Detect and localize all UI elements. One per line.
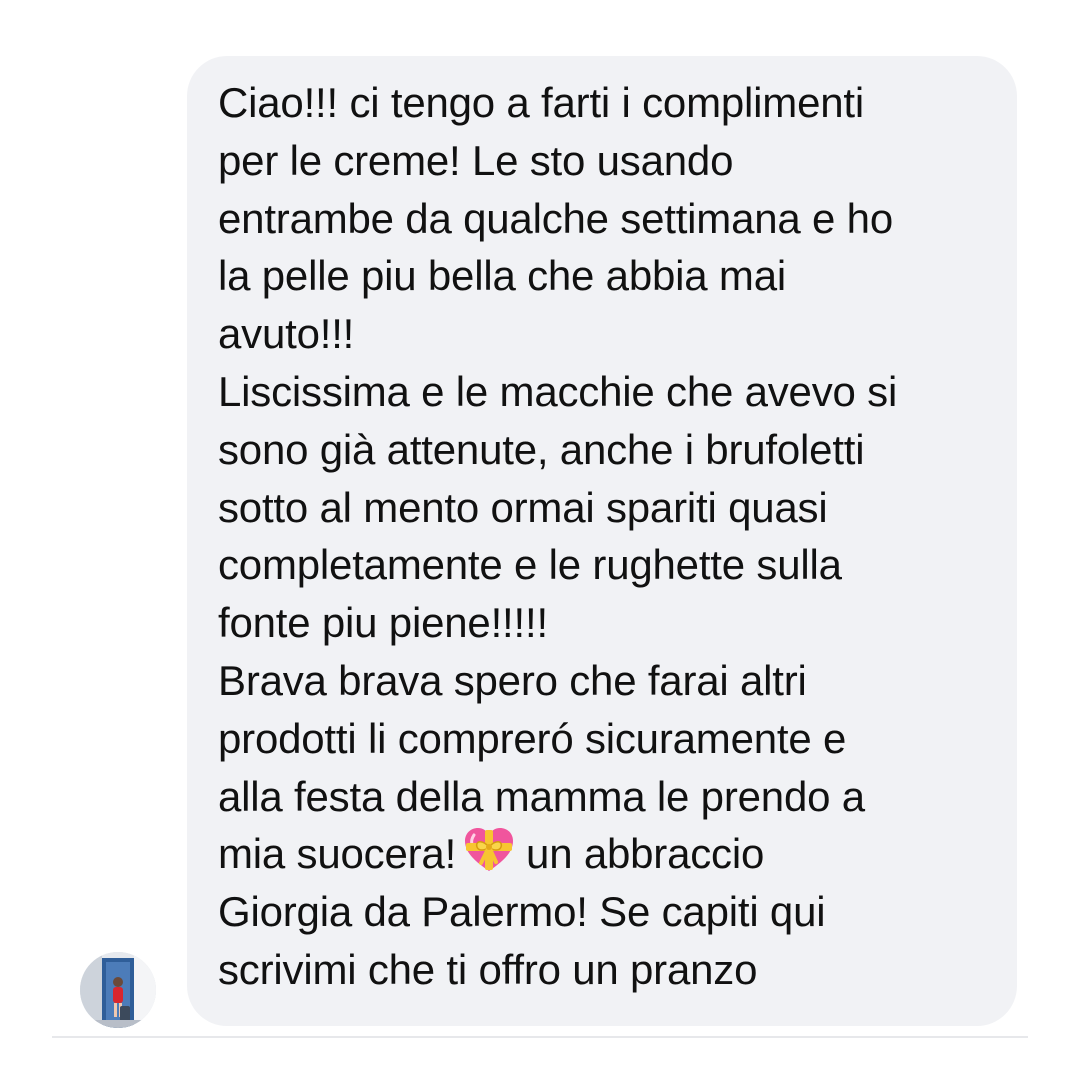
message-line-part: un abbraccio — [526, 830, 765, 878]
message-line: fonte piu piene!!!!! — [218, 599, 548, 647]
message-line: Brava brava spero che farai altri — [218, 656, 807, 704]
message-line-part: mia suocera! — [218, 830, 457, 878]
divider — [52, 1036, 1028, 1038]
heart-with-ribbon-icon — [465, 828, 514, 872]
message-line: avuto!!! — [218, 310, 355, 358]
message-line: sotto al mento ormai spariti quasi — [218, 483, 828, 531]
message-line: per le creme! Le sto usando — [218, 136, 734, 184]
message-line: prodotti li compreró sicuramente e — [218, 714, 847, 762]
avatar-image — [80, 952, 156, 1028]
message-line: alla festa della mamma le prendo a — [218, 772, 865, 820]
message-line: Ciao!!! ci tengo a farti i complimenti — [218, 79, 865, 126]
message-line: Liscissima e le macchie che avevo si — [218, 367, 898, 415]
message-line: Giorgia da Palermo! Se capiti qui — [218, 888, 826, 936]
message-line: la pelle piu bella che abbia mai — [218, 252, 786, 300]
message-line-with-emoji: mia suocera! un abbraccio — [218, 825, 997, 883]
message-line: completamente e le rughette sulla — [218, 541, 842, 589]
avatar[interactable] — [80, 952, 156, 1028]
message-bubble[interactable]: Ciao!!! ci tengo a farti i complimenti p… — [187, 56, 1017, 1026]
message-line: sono già attenute, anche i brufoletti — [218, 425, 865, 473]
message-line: scrivimi che ti offro un pranzo — [218, 945, 758, 993]
message-line: entrambe da qualche settimana e ho — [218, 194, 893, 242]
